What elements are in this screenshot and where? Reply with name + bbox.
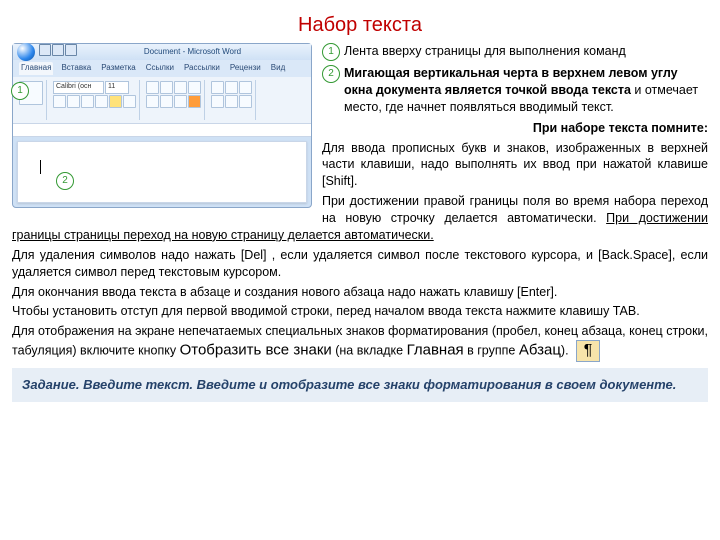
ribbon: Calibri (осн11 xyxy=(13,77,311,123)
page-title: Набор текста xyxy=(12,12,708,39)
callout-number-2: 2 xyxy=(322,65,340,83)
pilcrow-icon: ¶ xyxy=(576,340,600,362)
font-box: Calibri (осн xyxy=(53,81,104,94)
app-title: Document - Microsoft Word xyxy=(78,47,307,58)
text-cursor-icon xyxy=(40,160,41,174)
para-showall: Для отображения на экране непечатаемых с… xyxy=(12,323,708,362)
para-tab: Чтобы установить отступ для первой вводи… xyxy=(12,303,708,320)
callout-number-1: 1 xyxy=(322,43,340,61)
size-box: 11 xyxy=(105,81,129,94)
callout-1-text: Лента вверху страницы для выполнения ком… xyxy=(344,43,626,60)
marker-2: 2 xyxy=(56,172,74,190)
marker-1: 1 xyxy=(11,82,29,100)
document-area: 2 xyxy=(17,141,307,203)
task-text: Введите и отобразите все знаки форматиро… xyxy=(193,377,676,392)
callout-2-text: Мигающая вертикальная черта в верхнем ле… xyxy=(344,65,708,116)
ribbon-tabs: Главная Вставка Разметка Ссылки Рассылки… xyxy=(13,60,311,77)
ruler xyxy=(13,123,311,137)
task-label: Задание. Введите текст. xyxy=(22,377,193,392)
para-enter: Для окончания ввода текста в абзаце и со… xyxy=(12,284,708,301)
word-screenshot: Document - Microsoft Word Главная Вставк… xyxy=(12,43,312,208)
office-button-icon xyxy=(17,43,35,61)
quick-access-toolbar xyxy=(39,44,78,60)
para-delete: Для удаления символов надо нажать [Del] … xyxy=(12,247,708,281)
task-box: Задание. Введите текст. Введите и отобра… xyxy=(12,368,708,402)
